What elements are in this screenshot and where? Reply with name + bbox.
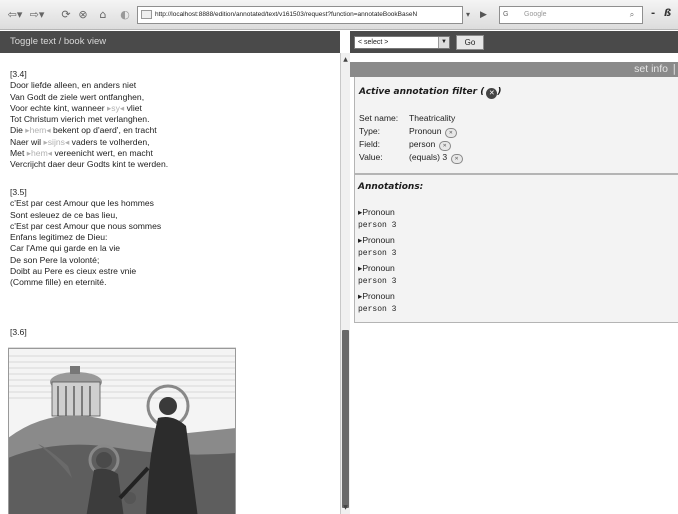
url-bar[interactable]: http://localhost:8888/edition/annotated/… [137,6,463,24]
stanza-number: [3.6] [10,327,27,337]
annotation-value: person 3 [358,221,397,230]
filter-title: Active annotation filter (✕) [359,87,502,99]
emblem-engraving [8,347,236,514]
annotations-title: Annotations: [358,182,424,192]
verse-line: (Comme fille) en eternité. [10,277,107,288]
right-pane-header: < select > ▼ Go [350,31,678,53]
filter-label: Set name: [359,113,399,123]
annotation-type[interactable]: ▸Pronoun [358,291,395,302]
scroll-up-arrow-icon[interactable]: ▲ [341,56,350,63]
annotated-pronoun[interactable]: ▸sy◂ [107,103,124,113]
verse-line: Voor echte kint, wanneer ▸sy◂ vliet [10,102,142,113]
verse-line: Met ▸hem◂ vereenicht wert, en macht [10,148,153,159]
set-info-separator: | [672,63,676,75]
verse-line: c'Est par cest Amour que nous sommes [10,220,162,231]
back-arrow-icon[interactable]: ⇦▾ [4,8,26,22]
filter-label: Type: [359,126,381,136]
annotation-type[interactable]: ▸Pronoun [358,235,395,246]
verse-line: c'Est par cest Amour que les hommes [10,198,154,209]
filter-row-value: Value: (equals) 3 ✕ [359,152,463,164]
stanza-number: [3.5] [10,187,27,197]
verse-line: Door liefde alleen, en anders niet [10,80,137,91]
active-filter-panel: Active annotation filter (✕) Set name: Th… [354,77,678,175]
filter-label: Field: [359,139,381,149]
filter-row-field: Field: person ✕ [359,139,451,151]
search-icon[interactable]: ⌕ [624,9,640,21]
verse-line: Enfans legitimez de Dieu: [10,232,108,243]
toggle-view-link[interactable]: Toggle text / book view [10,36,106,47]
throbber-icon: ◐ [120,8,130,21]
filter-value: Theatricality [409,113,456,123]
menu-extra[interactable]: ß [664,8,671,19]
chevron-down-icon[interactable]: ▼ [438,37,449,48]
filter-value: person [409,139,436,149]
remove-filter-icon[interactable]: ✕ [438,141,451,151]
filter-row-type: Type: Pronoun ✕ [359,126,457,138]
menu-dash[interactable]: - [651,8,655,19]
annotation-value: person 3 [358,305,397,314]
annotation-type[interactable]: ▸Pronoun [358,207,395,218]
annotations-panel: Annotations: ▸Pronoun person 3 ▸Pronoun … [354,175,678,323]
search-engine-icon[interactable]: G [503,9,519,21]
page-icon [141,10,152,19]
verse-line: Doibt au Pere es cieux estre vnie [10,266,137,277]
home-icon[interactable]: ⌂ [96,8,110,22]
go-button[interactable]: Go [456,35,484,50]
stanza-3-5: [3.5] c'Est par cest Amour que les homme… [10,187,161,289]
annotated-pronoun[interactable]: ▸hem◂ [27,148,52,158]
select-value: < select > [358,39,389,46]
text-pane-scrollbar[interactable]: ▲ ▼ [340,53,350,514]
verse-line: Tot Christum vierich met verlanghen. [10,114,150,125]
verse-line: Vercrijcht daer deur Godts kint te werde… [10,159,169,170]
filter-value: Pronoun [409,126,442,136]
annotation-value: person 3 [358,277,397,286]
scrollbar-thumb[interactable] [342,330,349,508]
search-input[interactable]: Google [524,11,547,18]
scroll-down-arrow-icon[interactable]: ▼ [341,504,350,511]
annotated-pronoun[interactable]: ▸hem◂ [25,125,50,135]
close-circle-icon[interactable]: ✕ [486,88,498,99]
reload-icon[interactable]: ⟳ [59,8,73,22]
text-pane: [3.4] Door liefde alleen, en anders niet… [0,53,340,514]
filter-value: (equals) 3 [409,152,448,162]
browser-toolbar: ⇦▾ ⇨▾ ⟳ ⊗ ⌂ ◐ http://localhost:8888/edit… [0,0,678,30]
verse-line: Car l'Ame qui garde en la vie [10,243,121,254]
annotation-type[interactable]: ▸Pronoun [358,263,395,274]
annotation-pane: set info | Active annotation filter (✕) … [350,53,678,514]
left-pane-header: Toggle text / book view [0,31,340,53]
stanza-number: [3.4] [10,69,27,79]
stop-icon[interactable]: ⊗ [76,8,90,22]
filter-label: Value: [359,152,383,162]
verse-line: De son Pere la volonté; [10,254,100,265]
remove-filter-icon[interactable]: ✕ [450,154,463,164]
stanza-3-4: [3.4] Door liefde alleen, en anders niet… [10,69,168,171]
set-info-link[interactable]: set info [634,63,668,75]
url-text: http://localhost:8888/edition/annotated/… [155,11,418,18]
annotated-pronoun[interactable]: ▸sijns◂ [43,137,69,147]
annotation-value: person 3 [358,249,397,258]
search-bar[interactable]: G Google ⌕ [499,6,643,24]
set-info-bar: set info | [350,62,678,77]
go-arrow-icon[interactable]: ▶ [480,8,492,22]
verse-line: Sont esleuez de ce bas lieu, [10,209,118,220]
forward-arrow-icon[interactable]: ⇨▾ [26,8,48,22]
url-dropdown-icon[interactable]: ▾ [466,8,476,22]
verse-line: Van Godt de ziele wert ontfanghen, [10,91,145,102]
verse-line: Die ▸hem◂ bekent op d'aerd', en tracht [10,125,157,136]
verse-line: Naer wil ▸sijns◂ vaders te volherden, [10,136,150,147]
remove-filter-icon[interactable]: ✕ [444,128,457,138]
annotation-set-select[interactable]: < select > ▼ [354,36,450,49]
filter-row-set-name: Set name: Theatricality [359,113,455,123]
